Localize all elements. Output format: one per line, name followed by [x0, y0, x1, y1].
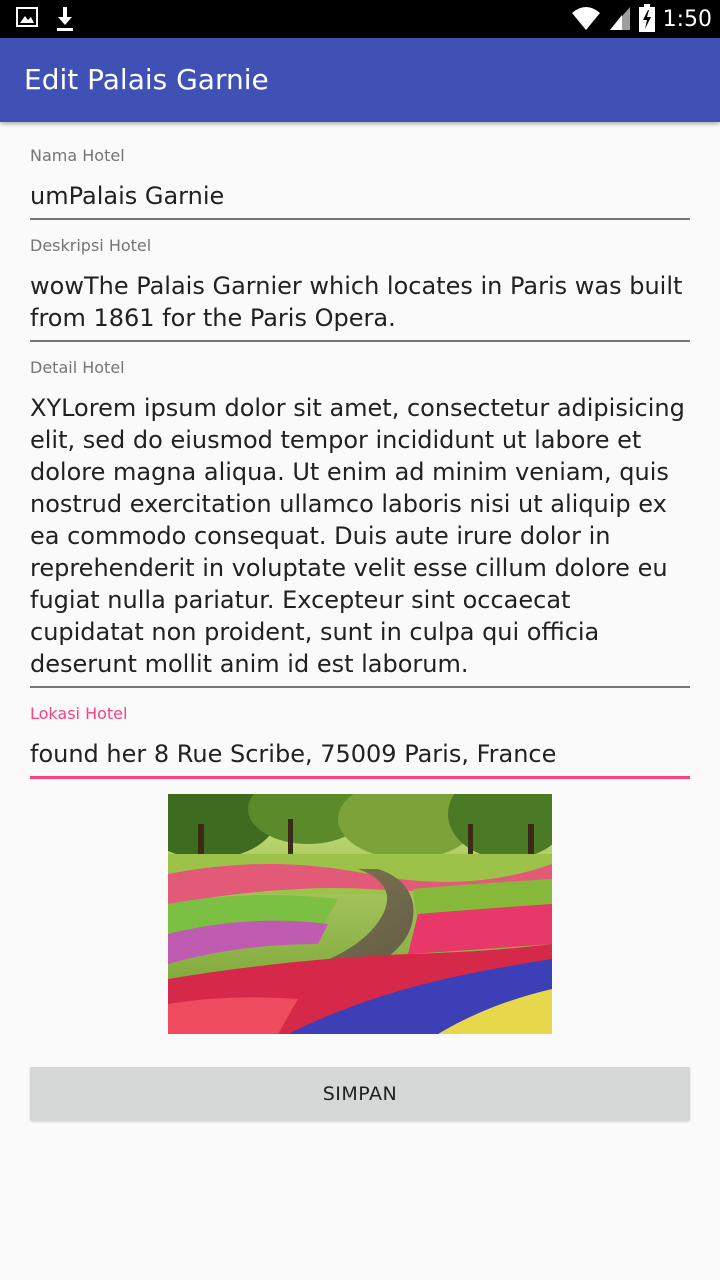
lokasi-hotel-underline	[30, 776, 690, 779]
image-icon	[16, 6, 38, 36]
deskripsi-hotel-underline	[30, 340, 690, 342]
detail-hotel-label: Detail Hotel	[30, 358, 125, 377]
lokasi-hotel-label: Lokasi Hotel	[30, 704, 128, 723]
status-bar: 1:50	[0, 0, 720, 38]
deskripsi-hotel-label: Deskripsi Hotel	[30, 236, 152, 255]
nama-hotel-input[interactable]: umPalais Garnie	[30, 166, 690, 218]
download-icon	[54, 6, 76, 36]
signal-icon	[609, 5, 631, 35]
battery-icon	[638, 4, 655, 36]
hotel-photo	[168, 794, 552, 1034]
deskripsi-hotel-field[interactable]: Deskripsi Hotel wowThe Palais Garnier wh…	[30, 236, 690, 342]
nama-hotel-underline	[30, 218, 690, 220]
app-bar: Edit Palais Garnie	[0, 38, 720, 122]
detail-hotel-input[interactable]: XYLorem ipsum dolor sit amet, consectetu…	[30, 378, 690, 686]
nama-hotel-label: Nama Hotel	[30, 146, 125, 165]
save-button[interactable]: SIMPAN	[30, 1067, 690, 1121]
detail-hotel-field[interactable]: Detail Hotel XYLorem ipsum dolor sit ame…	[30, 358, 690, 688]
lokasi-hotel-input[interactable]: found her 8 Rue Scribe, 75009 Paris, Fra…	[30, 724, 690, 776]
page-title: Edit Palais Garnie	[24, 63, 269, 96]
wifi-icon	[571, 5, 601, 35]
clock: 1:50	[662, 7, 712, 32]
detail-hotel-underline	[30, 686, 690, 688]
deskripsi-hotel-input[interactable]: wowThe Palais Garnier which locates in P…	[30, 256, 690, 340]
lokasi-hotel-field[interactable]: Lokasi Hotel found her 8 Rue Scribe, 750…	[30, 704, 690, 779]
nama-hotel-field[interactable]: Nama Hotel umPalais Garnie	[30, 146, 690, 220]
